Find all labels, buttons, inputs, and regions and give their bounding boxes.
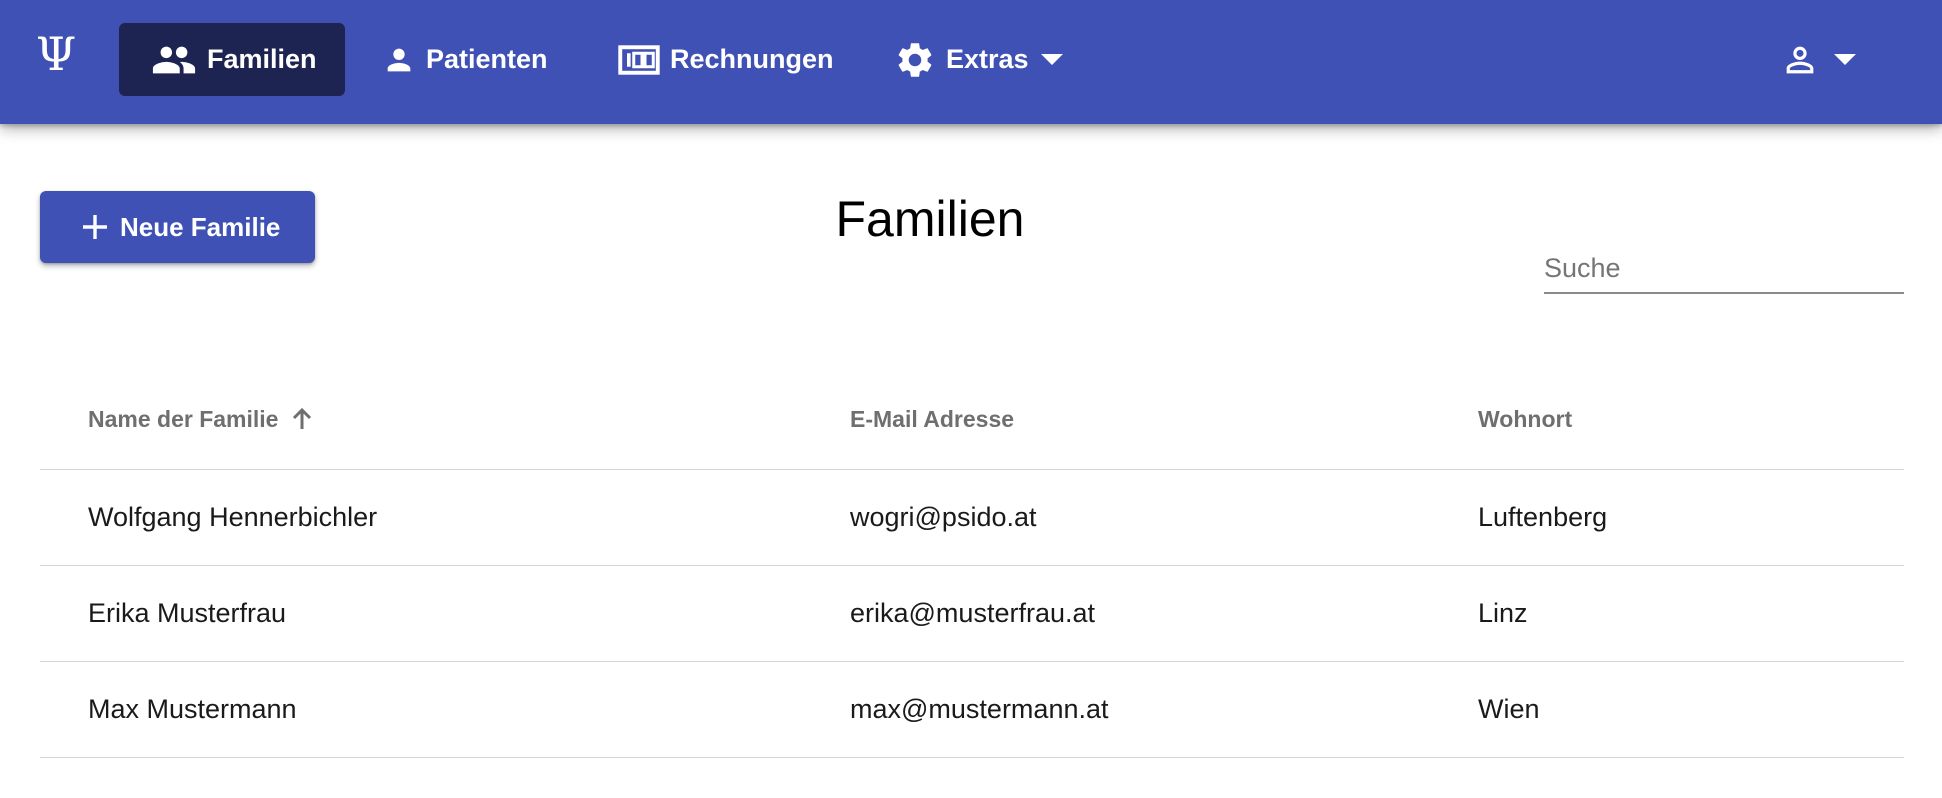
cell-wohnort: Wien — [1478, 694, 1540, 724]
search-input[interactable] — [1544, 244, 1904, 294]
table-row[interactable]: Wolfgang Hennerbichler wogri@psido.at Lu… — [40, 470, 1904, 566]
cell-email: erika@musterfrau.at — [850, 598, 1095, 628]
cell-email: max@mustermann.at — [850, 694, 1109, 724]
cell-wohnort: Luftenberg — [1478, 502, 1608, 532]
people-icon — [151, 44, 197, 76]
chevron-down-icon — [1040, 53, 1063, 66]
nav-familien[interactable]: Familien — [119, 23, 345, 96]
money-icon — [618, 44, 660, 75]
column-header-name-label: Name der Familie — [88, 405, 279, 432]
nav-familien-label: Familien — [207, 44, 317, 74]
user-menu-dropdown[interactable] — [1780, 40, 1856, 84]
cell-email: wogri@psido.at — [850, 502, 1037, 532]
cell-family-name: Max Mustermann — [88, 694, 297, 724]
nav-extras-dropdown[interactable]: Extras — [870, 23, 1070, 96]
table-row[interactable]: Max Mustermann max@mustermann.at Wien — [40, 662, 1904, 758]
page-title: Familien — [835, 191, 1025, 247]
account-outline-icon — [1780, 40, 1820, 85]
column-header-name[interactable]: Name der Familie — [88, 368, 312, 470]
gear-icon — [894, 39, 936, 81]
cell-wohnort: Linz — [1478, 598, 1528, 628]
person-icon — [382, 43, 416, 77]
nav-extras-label: Extras — [946, 44, 1029, 74]
column-header-wohnort[interactable]: Wohnort — [1478, 368, 1572, 470]
column-header-email[interactable]: E-Mail Adresse — [850, 368, 1014, 470]
cell-family-name: Erika Musterfrau — [88, 598, 287, 628]
families-table: Name der Familie E-Mail Adresse Wohnort … — [40, 368, 1904, 758]
cell-family-name: Wolfgang Hennerbichler — [88, 502, 378, 532]
nav-patienten-label: Patienten — [426, 44, 548, 74]
chevron-down-icon — [1834, 53, 1856, 71]
table-row[interactable]: Erika Musterfrau erika@musterfrau.at Lin… — [40, 566, 1904, 662]
nav-rechnungen[interactable]: Rechnungen — [590, 23, 850, 96]
arrow-up-icon — [292, 408, 312, 430]
nav-patienten[interactable]: Patienten — [352, 23, 572, 96]
nav-rechnungen-label: Rechnungen — [670, 44, 834, 74]
table-header: Name der Familie E-Mail Adresse Wohnort — [40, 368, 1904, 470]
logo[interactable]: Ψ — [30, 28, 82, 80]
top-app-bar: Ψ Familien Patienten Rechnungen Extras — [0, 0, 1942, 124]
